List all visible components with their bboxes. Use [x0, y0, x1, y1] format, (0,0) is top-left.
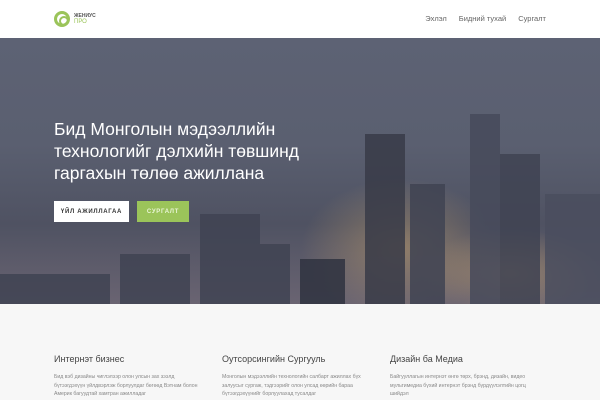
logo[interactable]: ЖЕНИУС ПРО	[54, 11, 96, 27]
nav-item-courses[interactable]: Сургалт	[518, 14, 546, 23]
hero-banner: Бид Монголын мэдээллийн технологийг дэлх…	[0, 38, 600, 304]
feature-text: Байгууллагын интернэт өнгө төрх, брэнд, …	[390, 374, 526, 397]
feature-outsourcing-school: Оутсорсингийн Сургууль Монголын мэдээлли…	[222, 354, 372, 399]
navbar: ЖЕНИУС ПРО Эхлэл Бидний тухай Сургалт	[0, 0, 600, 38]
nav-item-home[interactable]: Эхлэл	[425, 14, 447, 23]
hero-title: Бид Монголын мэдээллийн технологийг дэлх…	[54, 119, 299, 183]
feature-title: Дизайн ба Медиа	[390, 354, 463, 364]
nav-item-about[interactable]: Бидний тухай	[459, 14, 506, 23]
feature-design-media: Дизайн ба Медиа Байгууллагын интернэт өн…	[390, 354, 540, 399]
courses-button[interactable]: СУРГАЛТ	[137, 201, 189, 222]
services-button[interactable]: ҮЙЛ АЖИЛЛАГАА	[54, 201, 129, 222]
feature-internet-business: Интернэт бизнес Бид вэб дизайны чиглэлээ…	[54, 354, 204, 399]
logo-spiral-icon	[54, 11, 70, 27]
feature-text: Монголын мэдээллийн технологийн салбарт …	[222, 374, 361, 397]
feature-title: Оутсорсингийн Сургууль	[222, 354, 326, 364]
feature-title: Интернэт бизнес	[54, 354, 125, 364]
logo-line2: ПРО	[74, 19, 87, 25]
feature-text: Бид вэб дизайны чиглэлээр олон улсын зах…	[54, 374, 198, 397]
